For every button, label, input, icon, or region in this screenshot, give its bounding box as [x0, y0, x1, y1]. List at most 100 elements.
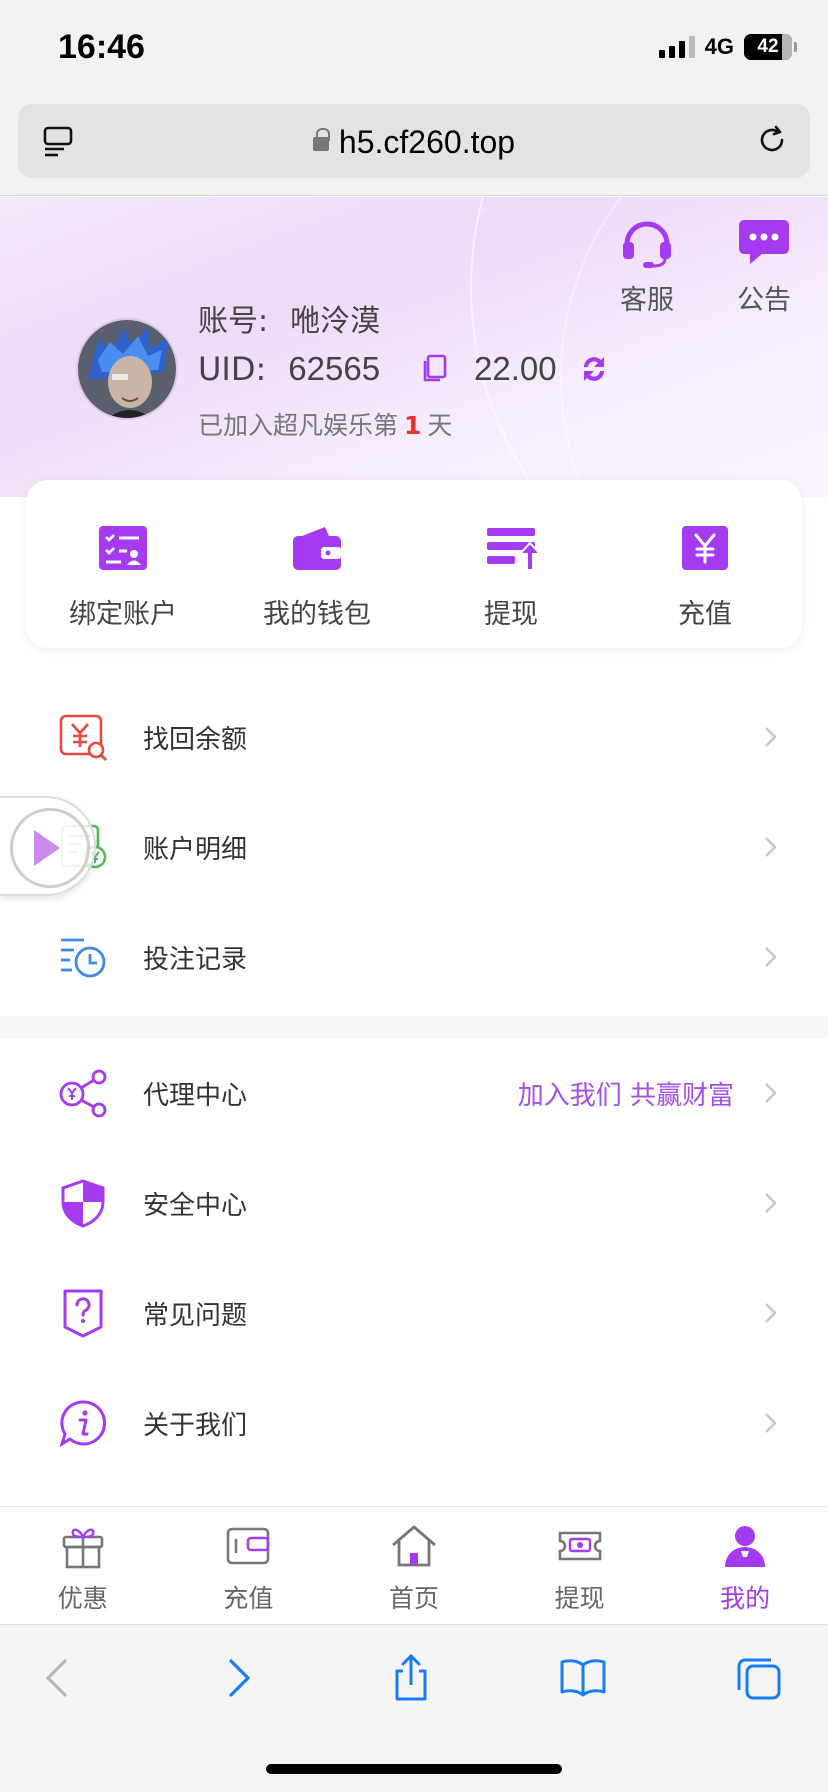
recharge-icon [682, 526, 728, 570]
quick-label: 充值 [678, 599, 732, 630]
chevron-right-icon [765, 1193, 777, 1213]
announcement-button[interactable]: 公告 [724, 218, 804, 317]
back-icon[interactable] [34, 1653, 84, 1703]
chevron-right-icon [765, 1413, 777, 1433]
quick-recharge[interactable]: 充值 [608, 480, 802, 648]
wallet-tab-icon [227, 1527, 270, 1565]
days-suffix: 天 [427, 411, 453, 440]
quick-bind-account[interactable]: 绑定账户 [26, 480, 220, 648]
tabs-icon[interactable] [734, 1653, 784, 1703]
faq-icon [63, 1289, 103, 1338]
status-time: 16:46 [58, 28, 145, 66]
chevron-right-icon [765, 947, 777, 967]
menu-label: 投注记录 [143, 944, 248, 975]
menu-label: 关于我们 [143, 1410, 248, 1441]
withdraw-icon [487, 528, 543, 571]
tab-label: 首页 [388, 1584, 439, 1613]
bookmarks-icon[interactable] [558, 1653, 608, 1703]
account-label: 账号: [198, 304, 269, 339]
menu-label: 代理中心 [143, 1080, 248, 1111]
chevron-right-icon [765, 1083, 777, 1103]
reload-icon[interactable] [754, 122, 790, 158]
account-row: 账号: 咃泠漠 [198, 296, 380, 340]
avatar[interactable] [76, 318, 178, 420]
floating-play-button[interactable] [0, 796, 96, 896]
uid-row: UID: 62565 22.00 [198, 350, 611, 388]
home-icon [392, 1525, 436, 1567]
status-bar: 16:46 4G 42 [0, 0, 828, 96]
forward-icon[interactable] [212, 1653, 262, 1703]
network-type: 4G [704, 34, 734, 59]
menu-label: 账户明细 [143, 834, 248, 865]
recover-balance-icon [59, 714, 108, 762]
shield-icon [61, 1179, 105, 1228]
chevron-right-icon [765, 727, 777, 747]
wallet-icon [293, 527, 341, 570]
address-bar[interactable]: h5.cf260.top [18, 104, 810, 178]
menu-label: 找回余额 [143, 724, 248, 755]
status-indicators: 4G 42 [658, 34, 797, 60]
quick-label: 我的钱包 [263, 599, 371, 630]
signal-icon [658, 36, 695, 58]
gift-icon [62, 1528, 104, 1569]
headset-icon [623, 221, 671, 268]
customer-service-button[interactable]: 客服 [607, 218, 687, 317]
menu-item-faq[interactable]: 常见问题 [0, 1258, 828, 1368]
quick-label: 绑定账户 [69, 599, 177, 630]
days-prefix: 已加入超凡娱乐第 [198, 411, 399, 440]
user-icon [725, 1526, 766, 1567]
menu-group-funds: 找回余额 账户明细 投注记录 [0, 682, 828, 1012]
chevron-right-icon [765, 837, 777, 857]
tab-label: 充值 [223, 1584, 274, 1613]
uid-label: UID: [198, 350, 267, 388]
agent-promo-text: 加入我们 共赢财富 [517, 1080, 734, 1111]
play-icon [34, 830, 60, 866]
copy-icon[interactable] [420, 354, 450, 384]
tab-recharge[interactable]: 充值 [166, 1507, 332, 1624]
tab-label: 优惠 [57, 1584, 108, 1613]
tab-promotions[interactable]: 优惠 [0, 1507, 166, 1624]
chat-bubble-icon [739, 220, 789, 264]
quick-my-wallet[interactable]: 我的钱包 [220, 480, 414, 648]
info-icon [59, 1400, 107, 1448]
menu-item-recover-balance[interactable]: 找回余额 [0, 682, 828, 792]
share-icon[interactable] [386, 1653, 436, 1703]
url-text: h5.cf260.top [338, 124, 516, 160]
balance-value: 22.00 [474, 350, 557, 387]
bet-record-icon [61, 938, 106, 978]
menu-label: 常见问题 [143, 1300, 248, 1331]
ticket-icon [558, 1531, 601, 1561]
service-label: 客服 [620, 285, 674, 316]
menu-item-agent-center[interactable]: 代理中心 加入我们 共赢财富 [0, 1038, 828, 1148]
menu-item-about-us[interactable]: 关于我们 [0, 1368, 828, 1478]
menu-label: 安全中心 [143, 1190, 248, 1221]
menu-group-info: 代理中心 加入我们 共赢财富 安全中心 常见问题 关于我们 [0, 1038, 828, 1478]
section-divider [0, 1016, 828, 1038]
menu-item-bet-record[interactable]: 投注记录 [0, 902, 828, 1012]
join-days-text: 已加入超凡娱乐第 1 天 [198, 406, 452, 442]
bind-account-icon [99, 526, 147, 570]
tab-home[interactable]: 首页 [331, 1507, 497, 1624]
account-value: 咃泠漠 [290, 304, 381, 339]
menu-item-security-center[interactable]: 安全中心 [0, 1148, 828, 1258]
tab-label: 提现 [554, 1584, 605, 1613]
bottom-tab-bar: 优惠 充值 首页 提现 我的 [0, 1506, 828, 1624]
home-indicator [266, 1764, 562, 1774]
menu-item-account-details[interactable]: 账户明细 [0, 792, 828, 902]
quick-actions-card: 绑定账户 我的钱包 提现 充值 [26, 480, 802, 648]
agent-icon [59, 1069, 107, 1118]
uid-value: 62565 [288, 350, 381, 387]
refresh-balance-icon[interactable] [577, 352, 611, 386]
tab-label: 我的 [720, 1584, 771, 1613]
url-display[interactable]: h5.cf260.top [18, 124, 810, 161]
notice-label: 公告 [737, 285, 791, 316]
lock-icon [312, 128, 330, 151]
quick-withdraw[interactable]: 提现 [414, 480, 608, 648]
battery-icon: 42 [744, 34, 797, 60]
quick-label: 提现 [484, 599, 538, 630]
chevron-right-icon [765, 1303, 777, 1323]
battery-level: 42 [757, 36, 779, 57]
tab-withdraw[interactable]: 提现 [497, 1507, 663, 1624]
tab-mine[interactable]: 我的 [662, 1507, 828, 1624]
browser-address-area: h5.cf260.top [0, 96, 828, 196]
